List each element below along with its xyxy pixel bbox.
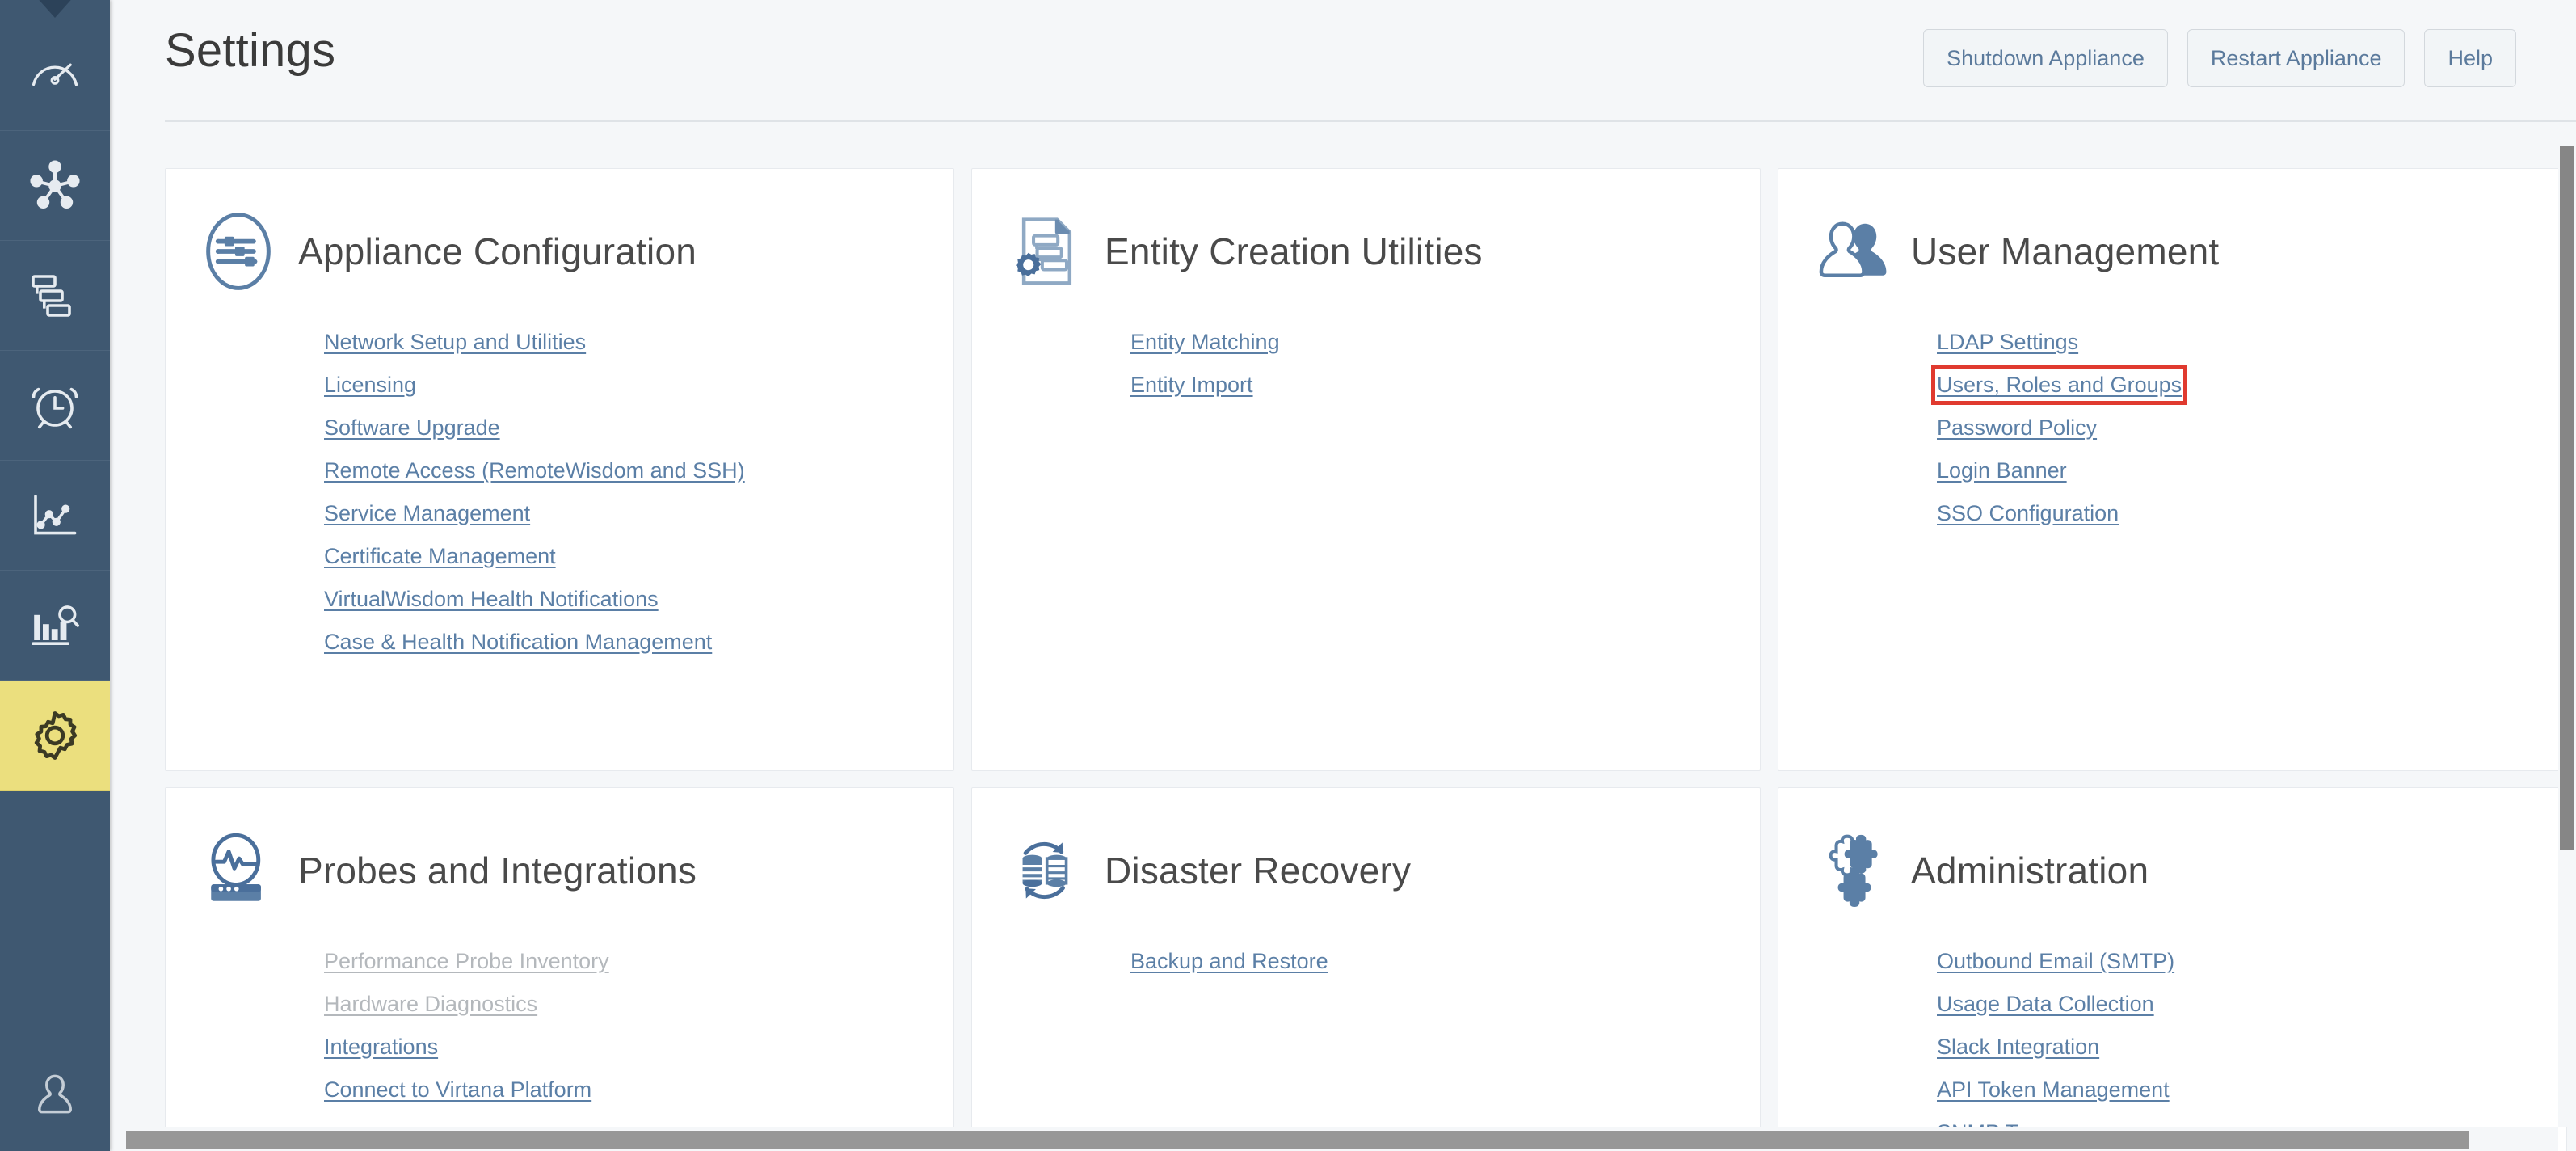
puzzle-pieces-icon [1808, 827, 1895, 914]
card-title: Entity Creation Utilities [1105, 230, 1483, 272]
card-user-management: User Management LDAP Settings Users, Roles… [1778, 168, 2567, 771]
card-link: Hardware Diagnostics [324, 992, 538, 1016]
header-action-group: Shutdown Appliance Restart Appliance Help [1923, 29, 2531, 87]
card-title: Administration [1911, 850, 2149, 892]
card-link[interactable]: Integrations [324, 1027, 438, 1066]
document-gear-icon [1001, 208, 1088, 295]
card-header: Disaster Recovery [972, 824, 1760, 917]
sidebar-item-inventory[interactable] [0, 241, 110, 351]
vertical-scrollbar[interactable] [2558, 125, 2576, 1127]
card-link[interactable]: Login Banner [1937, 451, 2067, 490]
sidebar-item-dashboard[interactable] [0, 21, 110, 131]
sidebar-collapse-chevron-icon[interactable] [0, 0, 110, 21]
card-link-list: Outbound Email (SMTP) Usage Data Collecti… [1778, 942, 2566, 1151]
sidebar-item-alarms[interactable] [0, 351, 110, 461]
settings-card-row-2: Probes and Integrations Performance Probe… [110, 787, 2576, 1151]
probe-monitor-icon [195, 827, 282, 914]
card-link[interactable]: Software Upgrade [324, 408, 500, 447]
card-link[interactable]: Case & Health Notification Management [324, 622, 712, 661]
card-link[interactable]: Outbound Email (SMTP) [1937, 942, 2174, 980]
card-title: Disaster Recovery [1105, 850, 1412, 892]
header-divider [165, 120, 2576, 122]
card-link[interactable]: Connect to Virtana Platform [324, 1070, 591, 1109]
main-content: Settings Shutdown Appliance Restart Appli… [110, 0, 2576, 1151]
card-title: Appliance Configuration [298, 230, 697, 272]
card-link[interactable]: Backup and Restore [1130, 942, 1328, 980]
topology-icon [25, 156, 85, 216]
card-link-list: Performance Probe Inventory Hardware Diag… [166, 942, 953, 1109]
card-link[interactable]: API Token Management [1937, 1070, 2170, 1109]
settings-page: Settings Shutdown Appliance Restart Appli… [0, 0, 2576, 1151]
card-link[interactable]: VirtualWisdom Health Notifications [324, 580, 659, 618]
card-link-list: Network Setup and Utilities Licensing Soft… [166, 323, 953, 661]
card-header: User Management [1778, 204, 2566, 298]
card-disaster-recovery: Disaster Recovery Backup and Restore [971, 787, 1761, 1151]
card-link[interactable]: Usage Data Collection [1937, 984, 2154, 1023]
inventory-icon [26, 267, 84, 325]
help-button[interactable]: Help [2424, 29, 2516, 87]
sidebar-item-analytics[interactable] [0, 571, 110, 681]
card-link[interactable]: Slack Integration [1937, 1027, 2099, 1066]
card-title: Probes and Integrations [298, 850, 697, 892]
restart-appliance-button[interactable]: Restart Appliance [2187, 29, 2406, 87]
card-link: Performance Probe Inventory [324, 949, 609, 973]
settings-card-row-1: Appliance Configuration Network Setup and… [110, 168, 2576, 771]
card-link[interactable]: LDAP Settings [1937, 323, 2078, 361]
left-nav-sidebar [0, 0, 110, 1151]
gauge-icon [26, 47, 84, 105]
gear-icon [24, 705, 86, 766]
sidebar-item-trends[interactable] [0, 461, 110, 571]
users-icon [1808, 208, 1895, 295]
card-link-list: Entity Matching Entity Import [972, 323, 1760, 404]
card-link[interactable]: Password Policy [1937, 408, 2097, 447]
card-link[interactable]: Licensing [324, 365, 416, 404]
database-sync-icon [1001, 827, 1088, 914]
card-header: Entity Creation Utilities [972, 204, 1760, 298]
shutdown-appliance-button[interactable]: Shutdown Appliance [1923, 29, 2168, 87]
card-administration: Administration Outbound Email (SMTP) Usage… [1778, 787, 2567, 1151]
card-link[interactable]: Network Setup and Utilities [324, 323, 586, 361]
card-link-list: LDAP Settings Users, Roles and Groups Pass… [1778, 323, 2566, 533]
horizontal-scrollbar[interactable] [110, 1127, 2558, 1151]
card-entity-creation-utilities: Entity Creation Utilities Entity Matching… [971, 168, 1761, 771]
settings-cards-scroll-area: Appliance Configuration Network Setup and… [110, 123, 2576, 1151]
card-link[interactable]: Service Management [324, 494, 530, 533]
card-link[interactable]: Entity Matching [1130, 323, 1280, 361]
horizontal-scrollbar-thumb[interactable] [126, 1131, 2469, 1149]
user-icon [27, 1069, 83, 1129]
sidebar-item-topology[interactable] [0, 131, 110, 241]
card-link[interactable]: Remote Access (RemoteWisdom and SSH) [324, 451, 745, 490]
card-probes-and-integrations: Probes and Integrations Performance Probe… [165, 787, 954, 1151]
sliders-oval-icon [195, 208, 282, 295]
card-link[interactable]: Certificate Management [324, 537, 556, 576]
card-title: User Management [1911, 230, 2220, 272]
sidebar-item-user-account[interactable] [0, 1046, 110, 1151]
card-header: Probes and Integrations [166, 824, 953, 917]
card-link[interactable]: Entity Import [1130, 365, 1253, 404]
page-title: Settings [165, 24, 336, 77]
card-header: Administration [1778, 824, 2566, 917]
bar-chart-search-icon [26, 597, 84, 655]
alarm-clock-icon [26, 377, 84, 435]
page-header: Settings Shutdown Appliance Restart Appli… [110, 0, 2576, 120]
card-link-list: Backup and Restore [972, 942, 1760, 980]
card-appliance-configuration: Appliance Configuration Network Setup and… [165, 168, 954, 771]
vertical-scrollbar-thumb[interactable] [2560, 146, 2574, 850]
card-link[interactable]: SSO Configuration [1937, 494, 2119, 533]
sidebar-item-settings[interactable] [0, 681, 110, 791]
card-header: Appliance Configuration [166, 204, 953, 298]
card-link[interactable]: Users, Roles and Groups [1930, 365, 2188, 405]
line-chart-icon [26, 487, 84, 545]
